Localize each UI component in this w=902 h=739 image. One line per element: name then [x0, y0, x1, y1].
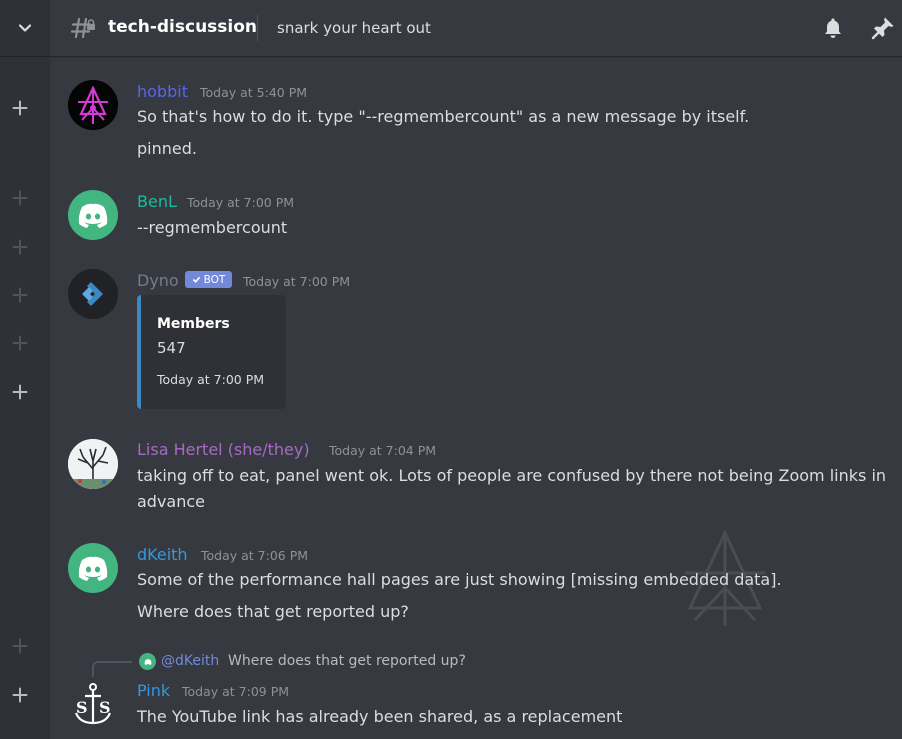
username[interactable]: Pink	[137, 681, 170, 701]
timestamp: Today at 7:00 PM	[243, 274, 351, 289]
hash-lock-icon	[70, 17, 95, 39]
rail-add-button[interactable]	[10, 237, 30, 257]
discord-logo-icon	[78, 556, 108, 581]
timestamp: Today at 7:04 PM	[329, 443, 437, 458]
app-window: tech-discussion snark your heart out hob…	[0, 0, 902, 739]
embed-value: 547	[157, 339, 186, 357]
channel-name: tech-discussion	[108, 17, 258, 37]
message-text: So that's how to do it. type "--regmembe…	[137, 107, 750, 126]
plus-icon	[12, 190, 28, 206]
discord-logo-icon	[144, 658, 151, 665]
bot-badge: BOT	[185, 271, 232, 288]
svg-text:S: S	[76, 698, 88, 717]
plus-icon	[12, 384, 28, 400]
server-rail	[0, 0, 50, 739]
embed-footer: Today at 7:00 PM	[157, 372, 265, 387]
timestamp: Today at 7:09 PM	[182, 684, 290, 699]
embed-title: Members	[157, 316, 230, 332]
rail-add-button[interactable]	[10, 98, 30, 118]
avatar[interactable]	[68, 543, 118, 593]
reply-mention[interactable]: @dKeith	[161, 653, 219, 669]
discord-logo-icon	[78, 203, 108, 228]
member-count-embed: Members 547 Today at 7:00 PM	[137, 295, 286, 409]
avatar[interactable]	[68, 190, 118, 240]
avatar[interactable]: S S	[68, 679, 118, 729]
message-text: advance	[137, 492, 206, 511]
chevron-down-icon	[18, 24, 32, 32]
username[interactable]: Dyno	[137, 271, 179, 291]
rail-add-button[interactable]	[10, 685, 30, 705]
reply-avatar[interactable]	[139, 653, 156, 670]
anchor-logo-icon: S S	[68, 679, 118, 729]
channel-header: tech-discussion snark your heart out	[50, 0, 902, 57]
avatar[interactable]	[68, 269, 118, 319]
message-text: taking off to eat, panel went ok. Lots o…	[137, 466, 887, 485]
message-text: Where does that get reported up?	[137, 602, 409, 621]
tree-photo-icon	[68, 439, 118, 489]
username[interactable]: dKeith	[137, 545, 188, 565]
rail-add-button[interactable]	[10, 285, 30, 305]
rail-add-button[interactable]	[10, 188, 30, 208]
message-text: Some of the performance hall pages are j…	[137, 570, 782, 589]
avatar[interactable]	[68, 439, 118, 489]
bell-icon[interactable]	[821, 16, 845, 40]
message-text: pinned.	[137, 139, 197, 158]
hobbit-avatar-icon	[68, 80, 118, 130]
timestamp: Today at 7:06 PM	[201, 548, 309, 563]
plus-icon	[12, 638, 28, 654]
message-text: --regmembercount	[137, 218, 288, 237]
dyno-logo-icon	[68, 269, 118, 319]
rail-add-button[interactable]	[10, 333, 30, 353]
pin-icon[interactable]	[870, 15, 896, 41]
collapse-button[interactable]	[0, 0, 50, 57]
reply-preview[interactable]: Where does that get reported up?	[228, 653, 466, 669]
plus-icon	[12, 100, 28, 116]
bot-badge-label: BOT	[203, 273, 226, 286]
rail-add-button[interactable]	[10, 382, 30, 402]
header-divider	[257, 15, 258, 41]
message-text: The YouTube link has already been shared…	[137, 707, 623, 726]
avatar[interactable]	[68, 80, 118, 130]
timestamp: Today at 7:00 PM	[187, 195, 295, 210]
svg-text:S: S	[99, 698, 111, 717]
rail-add-button[interactable]	[10, 636, 30, 656]
plus-icon	[12, 239, 28, 255]
plus-icon	[12, 687, 28, 703]
username[interactable]: BenL	[137, 192, 177, 212]
channel-topic[interactable]: snark your heart out	[277, 19, 431, 37]
plus-icon	[12, 287, 28, 303]
username[interactable]: hobbit	[137, 82, 188, 102]
username[interactable]: Lisa Hertel (she/they)	[137, 440, 310, 460]
timestamp: Today at 5:40 PM	[200, 85, 308, 100]
checkmark-icon	[192, 276, 200, 283]
plus-icon	[12, 335, 28, 351]
reply-spine	[92, 661, 132, 677]
